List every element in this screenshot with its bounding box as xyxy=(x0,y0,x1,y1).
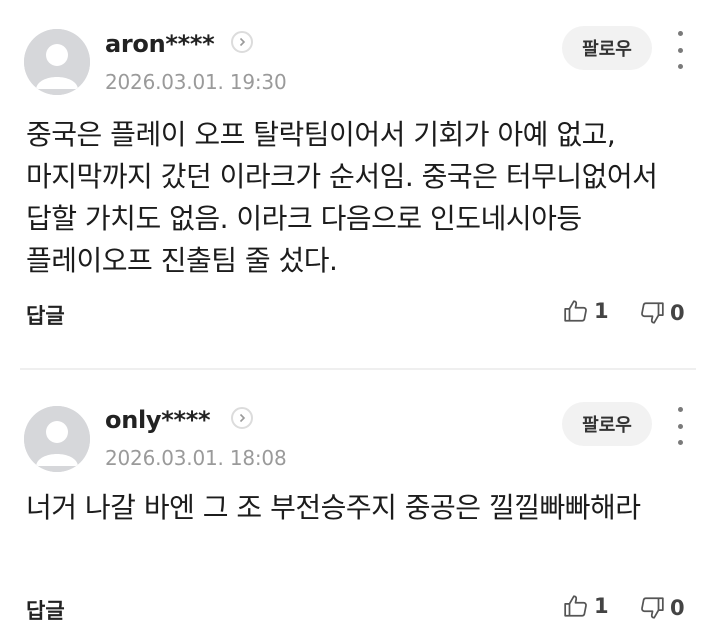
like-count: 1 xyxy=(594,594,609,618)
username[interactable]: aron**** xyxy=(105,30,215,58)
avatar[interactable] xyxy=(24,406,90,472)
comment-body: 너거 나갈 바엔 그 조 부전승주지 중공은 낄낄빠빠해라 xyxy=(26,491,641,524)
follow-button[interactable]: 팔로우 xyxy=(562,402,652,446)
comment-date: 2026.03.01. 19:30 xyxy=(105,70,287,94)
reply-button[interactable]: 답글 xyxy=(26,300,65,330)
thumbs-down-icon xyxy=(641,597,664,619)
dislike-button[interactable]: 0 xyxy=(639,595,685,621)
thumbs-up-icon xyxy=(564,595,587,617)
comment-item: only**** 2026.03.01. 18:08 팔로우 너거 나갈 바엔 … xyxy=(0,370,716,643)
chevron-right-icon[interactable] xyxy=(231,407,253,429)
avatar[interactable] xyxy=(24,29,90,95)
kebab-menu-icon[interactable] xyxy=(670,407,690,445)
username[interactable]: only**** xyxy=(105,406,211,434)
thumbs-up-icon xyxy=(564,300,587,322)
like-button[interactable]: 1 xyxy=(563,298,609,324)
thumbs-down-icon xyxy=(641,302,664,324)
chevron-right-icon[interactable] xyxy=(231,31,253,53)
comment-item: aron**** 2026.03.01. 19:30 팔로우 중국은 플레이 오… xyxy=(0,0,716,368)
like-count: 1 xyxy=(594,299,609,323)
dislike-button[interactable]: 0 xyxy=(639,300,685,326)
default-user-avatar-icon xyxy=(24,406,90,472)
kebab-menu-icon[interactable] xyxy=(670,31,690,69)
comment-body: 중국은 플레이 오프 탈락팀이어서 기회가 아예 없고, 마지막까지 갔던 이라… xyxy=(26,118,658,277)
dislike-count: 0 xyxy=(670,301,685,325)
dislike-count: 0 xyxy=(670,596,685,620)
default-user-avatar-icon xyxy=(24,29,90,95)
reply-button[interactable]: 답글 xyxy=(26,595,65,625)
comment-date: 2026.03.01. 18:08 xyxy=(105,446,287,470)
follow-button[interactable]: 팔로우 xyxy=(562,26,652,70)
like-button[interactable]: 1 xyxy=(563,593,609,619)
